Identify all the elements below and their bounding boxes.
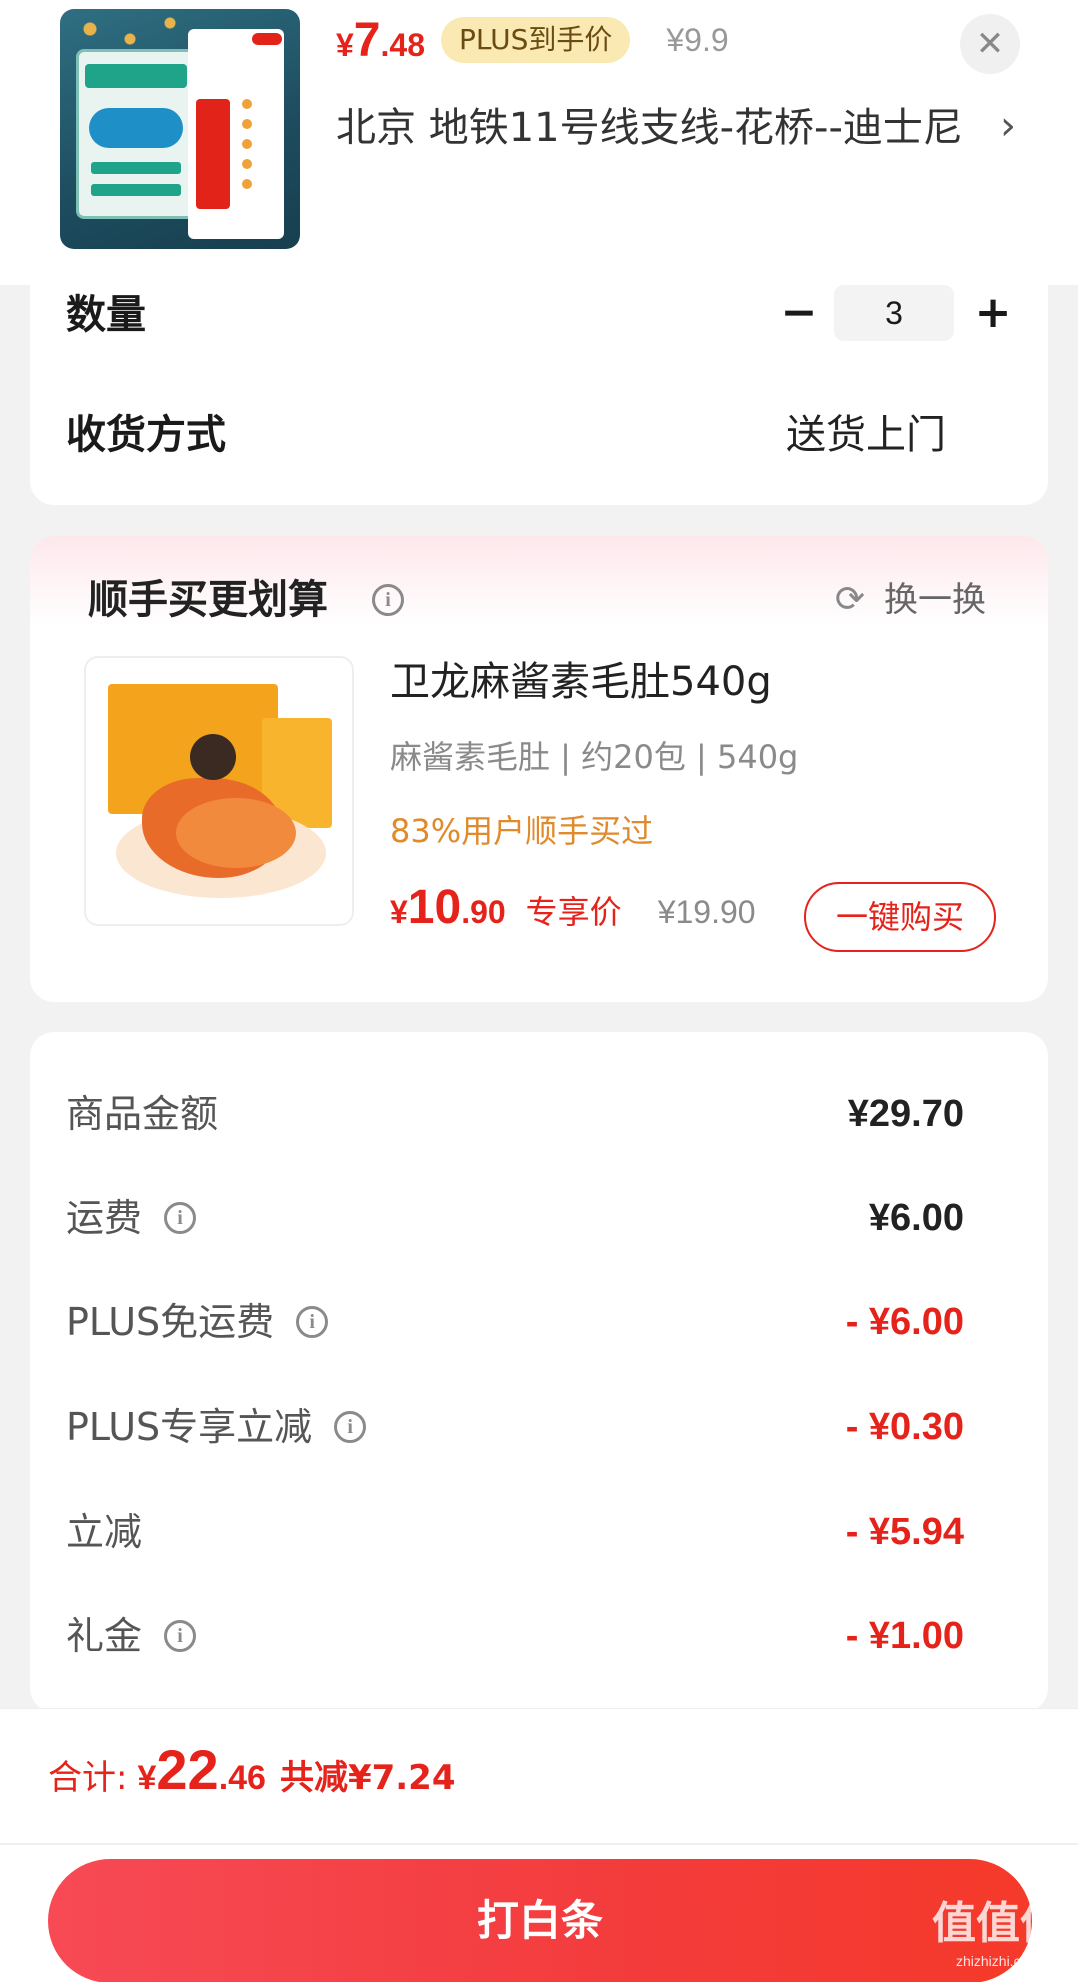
info-icon[interactable]: i xyxy=(164,1620,197,1652)
total-saved: 共减¥7.24 xyxy=(279,1758,456,1798)
cost-value: ¥6.00 xyxy=(868,1197,964,1239)
original-price: ¥9.9 xyxy=(666,21,729,58)
thumbnail-promo-card xyxy=(76,49,196,219)
watermark-logo: 值值值 xyxy=(932,1898,1064,1949)
cost-value: - ¥0.30 xyxy=(845,1406,964,1448)
recommend-title: 顺手买更划算 xyxy=(88,577,328,623)
chevron-right-icon: › xyxy=(1000,103,1016,149)
cost-label: 运费 xyxy=(66,1196,143,1240)
checkout-bar: 合计: ¥ 22 .46 共减¥7.24 打白条 xyxy=(0,1708,1078,1982)
total-price: ¥ 22 .46 xyxy=(137,1738,266,1801)
order-options-card: 数量 − 3 + 收货方式 送货上门 xyxy=(30,285,1048,505)
divider xyxy=(0,1843,1078,1845)
product-header: ¥ 7 .48 PLUS到手价 ¥9.9 ✕ 北京 地铁11号线支线-花桥--迪… xyxy=(0,0,1078,285)
cost-value: - ¥5.94 xyxy=(845,1511,964,1553)
minus-icon: − xyxy=(780,287,818,338)
info-icon[interactable]: i xyxy=(164,1202,197,1234)
watermark-url: zhizhizhi.com xyxy=(955,1953,1041,1969)
cost-label: 商品金额 xyxy=(66,1092,219,1136)
product-thumbnail xyxy=(60,9,300,249)
quantity-input[interactable]: 3 xyxy=(834,285,954,341)
cost-value: ¥29.70 xyxy=(847,1093,964,1135)
plus-price-tag: PLUS到手价 xyxy=(440,17,631,63)
cost-row-gift-money: 礼金 i - ¥1.00 xyxy=(30,1606,1048,1666)
recommend-product-hint: 83%用户顺手买过 xyxy=(390,812,654,850)
watermark: 值值值 zhizhizhi.com xyxy=(928,1896,1068,1976)
cost-row-instant-discount: 立减 - ¥5.94 xyxy=(30,1502,1048,1562)
cost-label: 礼金 xyxy=(66,1614,143,1658)
cost-row-plus-discount: PLUS专享立减 i - ¥0.30 xyxy=(30,1397,1048,1457)
delivery-address[interactable]: 北京 地铁11号线支线-花桥--迪士尼 › xyxy=(336,100,1016,156)
quantity-decrease-button[interactable]: − xyxy=(774,285,824,345)
info-icon[interactable]: i xyxy=(296,1306,329,1338)
thumbnail-milk-carton xyxy=(188,29,284,239)
cost-label: PLUS免运费 xyxy=(66,1300,275,1344)
quantity-label: 数量 xyxy=(66,292,146,338)
address-text: 北京 地铁11号线支线-花桥--迪士尼 xyxy=(336,105,963,151)
cost-breakdown-card: 商品金额 ¥29.70 运费 i ¥6.00 PLUS免运费 i - ¥6.00 P… xyxy=(30,1032,1048,1712)
refresh-button[interactable]: ⟳ 换一换 xyxy=(830,576,986,624)
cost-row-plus-free-shipping: PLUS免运费 i - ¥6.00 xyxy=(30,1292,1048,1352)
cost-label: PLUS专享立减 xyxy=(66,1405,313,1449)
total-row: 合计: ¥ 22 .46 共减¥7.24 xyxy=(48,1737,456,1802)
recommend-original-price: ¥19.90 xyxy=(657,894,756,930)
info-icon[interactable]: i xyxy=(334,1411,367,1443)
recommend-price-row: ¥ 10 .90 专享价 ¥19.90 xyxy=(390,880,756,935)
plus-price: ¥ 7 .48 xyxy=(336,13,425,67)
cost-row-shipping: 运费 i ¥6.00 xyxy=(30,1188,1048,1248)
one-click-buy-button[interactable]: 一键购买 xyxy=(804,882,996,952)
recommend-product-image[interactable] xyxy=(84,656,354,926)
exclusive-price-label: 专享价 xyxy=(525,893,622,931)
recommend-card: 顺手买更划算 i ⟳ 换一换 卫龙麻酱素毛肚540g 麻酱素毛肚 | 约20包 … xyxy=(30,536,1048,1002)
total-label: 合计: xyxy=(48,1758,128,1798)
cost-value: - ¥1.00 xyxy=(845,1615,964,1657)
price-row: ¥ 7 .48 PLUS到手价 ¥9.9 xyxy=(336,10,729,70)
cost-row-goods: 商品金额 ¥29.70 xyxy=(30,1084,1048,1144)
refresh-label: 换一换 xyxy=(884,580,986,620)
recommend-product-name[interactable]: 卫龙麻酱素毛肚540g xyxy=(390,654,772,710)
info-icon[interactable]: i xyxy=(372,584,404,616)
pay-baitiao-button[interactable]: 打白条 xyxy=(48,1859,1032,1982)
cost-label: 立减 xyxy=(66,1510,143,1554)
recommend-price: ¥ 10 .90 xyxy=(390,881,506,934)
shipping-method-value[interactable]: 送货上门 xyxy=(786,405,946,465)
shipping-method-label: 收货方式 xyxy=(66,412,226,458)
plus-icon: + xyxy=(974,287,1012,338)
refresh-icon: ⟳ xyxy=(834,579,866,620)
close-button[interactable]: ✕ xyxy=(960,14,1020,74)
quantity-increase-button[interactable]: + xyxy=(968,285,1018,345)
cost-value: - ¥6.00 xyxy=(845,1301,964,1343)
recommend-product-spec: 麻酱素毛肚 | 约20包 | 540g xyxy=(390,738,799,776)
close-icon: ✕ xyxy=(975,24,1005,64)
